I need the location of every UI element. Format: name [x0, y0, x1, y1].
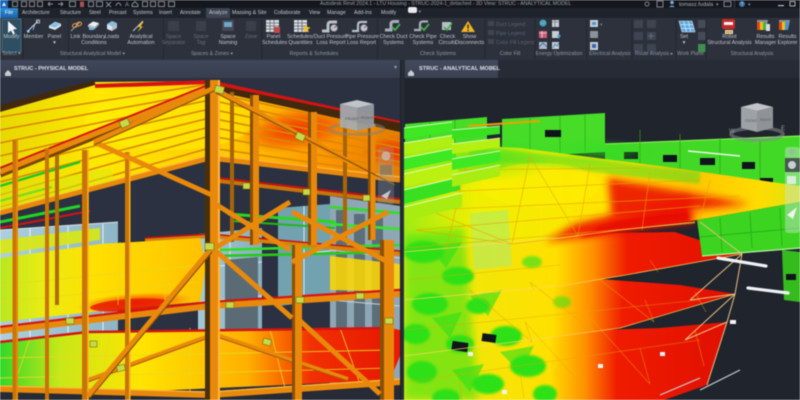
svg-text:Duct Legend: Duct Legend	[496, 22, 526, 28]
svg-text:FRONT: FRONT	[745, 119, 758, 123]
svg-text:Pipe Legend: Pipe Legend	[496, 31, 525, 37]
svg-text:S: S	[754, 141, 758, 147]
svg-text:FRONT: FRONT	[345, 116, 359, 121]
svg-text:Color Fill Legend: Color Fill Legend	[496, 40, 535, 46]
svg-text:RIGHT: RIGHT	[760, 118, 772, 122]
svg-text:▾: ▾	[600, 22, 603, 28]
svg-text:W: W	[729, 129, 735, 135]
svg-text:RIGHT: RIGHT	[361, 115, 374, 120]
svg-text:E: E	[781, 126, 785, 132]
